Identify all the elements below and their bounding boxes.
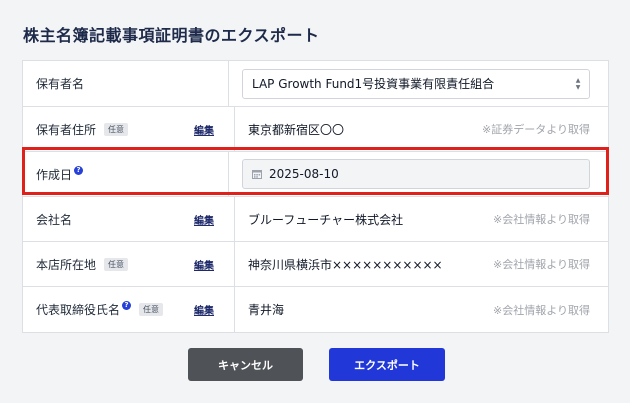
value-cell: ブルーフューチャー株式会社 ※会社情報より取得 <box>235 197 608 241</box>
created-date-input[interactable]: 2025-08-10 <box>242 159 590 189</box>
row-holder-address: 保有者住所 任意 編集 東京都新宿区〇〇 ※証券データより取得 <box>23 107 608 152</box>
holder-address-value: 東京都新宿区〇〇 <box>248 122 345 137</box>
company-name-note: ※会社情報より取得 <box>493 213 590 226</box>
representative-label: 代表取締役氏名 <box>36 303 121 317</box>
row-head-office: 本店所在地 任意 編集 神奈川県横浜市××××××××××× ※会社情報より取得 <box>23 242 608 287</box>
value-cell: 青井海 ※会社情報より取得 <box>235 287 608 332</box>
optional-badge: 任意 <box>104 122 129 136</box>
label-cell: 代表取締役氏名 ? 任意 編集 <box>23 287 235 332</box>
optional-badge: 任意 <box>139 303 164 316</box>
row-created-date: 作成日 ? 2025-08-10 <box>23 152 608 197</box>
head-office-note: ※会社情報より取得 <box>493 258 590 271</box>
company-name-edit-link[interactable]: 編集 <box>194 212 214 227</box>
row-company-name: 会社名 編集 ブルーフューチャー株式会社 ※会社情報より取得 <box>23 197 608 242</box>
company-name-label: 会社名 <box>36 212 73 227</box>
representative-note: ※会社情報より取得 <box>493 303 590 317</box>
export-form: 保有者名 LAP Growth Fund1号投資事業有限責任組合 ▲ ▼ 保有者住… <box>22 60 609 333</box>
label-cell: 保有者名 <box>23 61 229 106</box>
page-title: 株主名簿記載事項証明書のエクスポート <box>23 26 320 45</box>
holder-name-selected-value: LAP Growth Fund1号投資事業有限責任組合 <box>252 77 495 91</box>
holder-name-select[interactable]: LAP Growth Fund1号投資事業有限責任組合 ▲ ▼ <box>242 68 590 99</box>
help-icon[interactable]: ? <box>74 165 84 175</box>
holder-address-edit-link[interactable]: 編集 <box>194 122 214 137</box>
representative-value: 青井海 <box>248 303 285 317</box>
row-holder-name: 保有者名 LAP Growth Fund1号投資事業有限責任組合 ▲ ▼ <box>23 61 608 107</box>
value-cell: 東京都新宿区〇〇 ※証券データより取得 <box>235 107 608 151</box>
export-button[interactable]: エクスポート <box>329 348 445 381</box>
help-icon[interactable]: ? <box>122 301 132 310</box>
head-office-label: 本店所在地 <box>36 257 97 272</box>
cancel-button[interactable]: キャンセル <box>188 348 303 381</box>
label-cell: 会社名 編集 <box>23 197 235 241</box>
value-cell: 2025-08-10 <box>229 152 608 196</box>
calendar-icon <box>252 170 262 179</box>
label-cell: 作成日 ? <box>23 152 229 196</box>
representative-edit-link[interactable]: 編集 <box>194 302 214 317</box>
value-cell: LAP Growth Fund1号投資事業有限責任組合 ▲ ▼ <box>229 61 608 106</box>
row-representative: 代表取締役氏名 ? 任意 編集 青井海 ※会社情報より取得 <box>23 287 608 332</box>
select-arrows-icon: ▲ ▼ <box>575 76 581 91</box>
head-office-value: 神奈川県横浜市××××××××××× <box>248 257 443 272</box>
holder-name-label: 保有者名 <box>36 77 85 91</box>
created-date-label: 作成日 <box>36 167 73 182</box>
holder-address-label: 保有者住所 <box>36 122 97 137</box>
head-office-edit-link[interactable]: 編集 <box>194 257 214 272</box>
created-date-value: 2025-08-10 <box>269 167 339 181</box>
value-cell: 神奈川県横浜市××××××××××× ※会社情報より取得 <box>235 242 608 286</box>
label-cell: 本店所在地 任意 編集 <box>23 242 235 286</box>
holder-address-note: ※証券データより取得 <box>482 123 590 136</box>
optional-badge: 任意 <box>104 257 129 271</box>
label-cell: 保有者住所 任意 編集 <box>23 107 235 151</box>
company-name-value: ブルーフューチャー株式会社 <box>248 212 404 227</box>
